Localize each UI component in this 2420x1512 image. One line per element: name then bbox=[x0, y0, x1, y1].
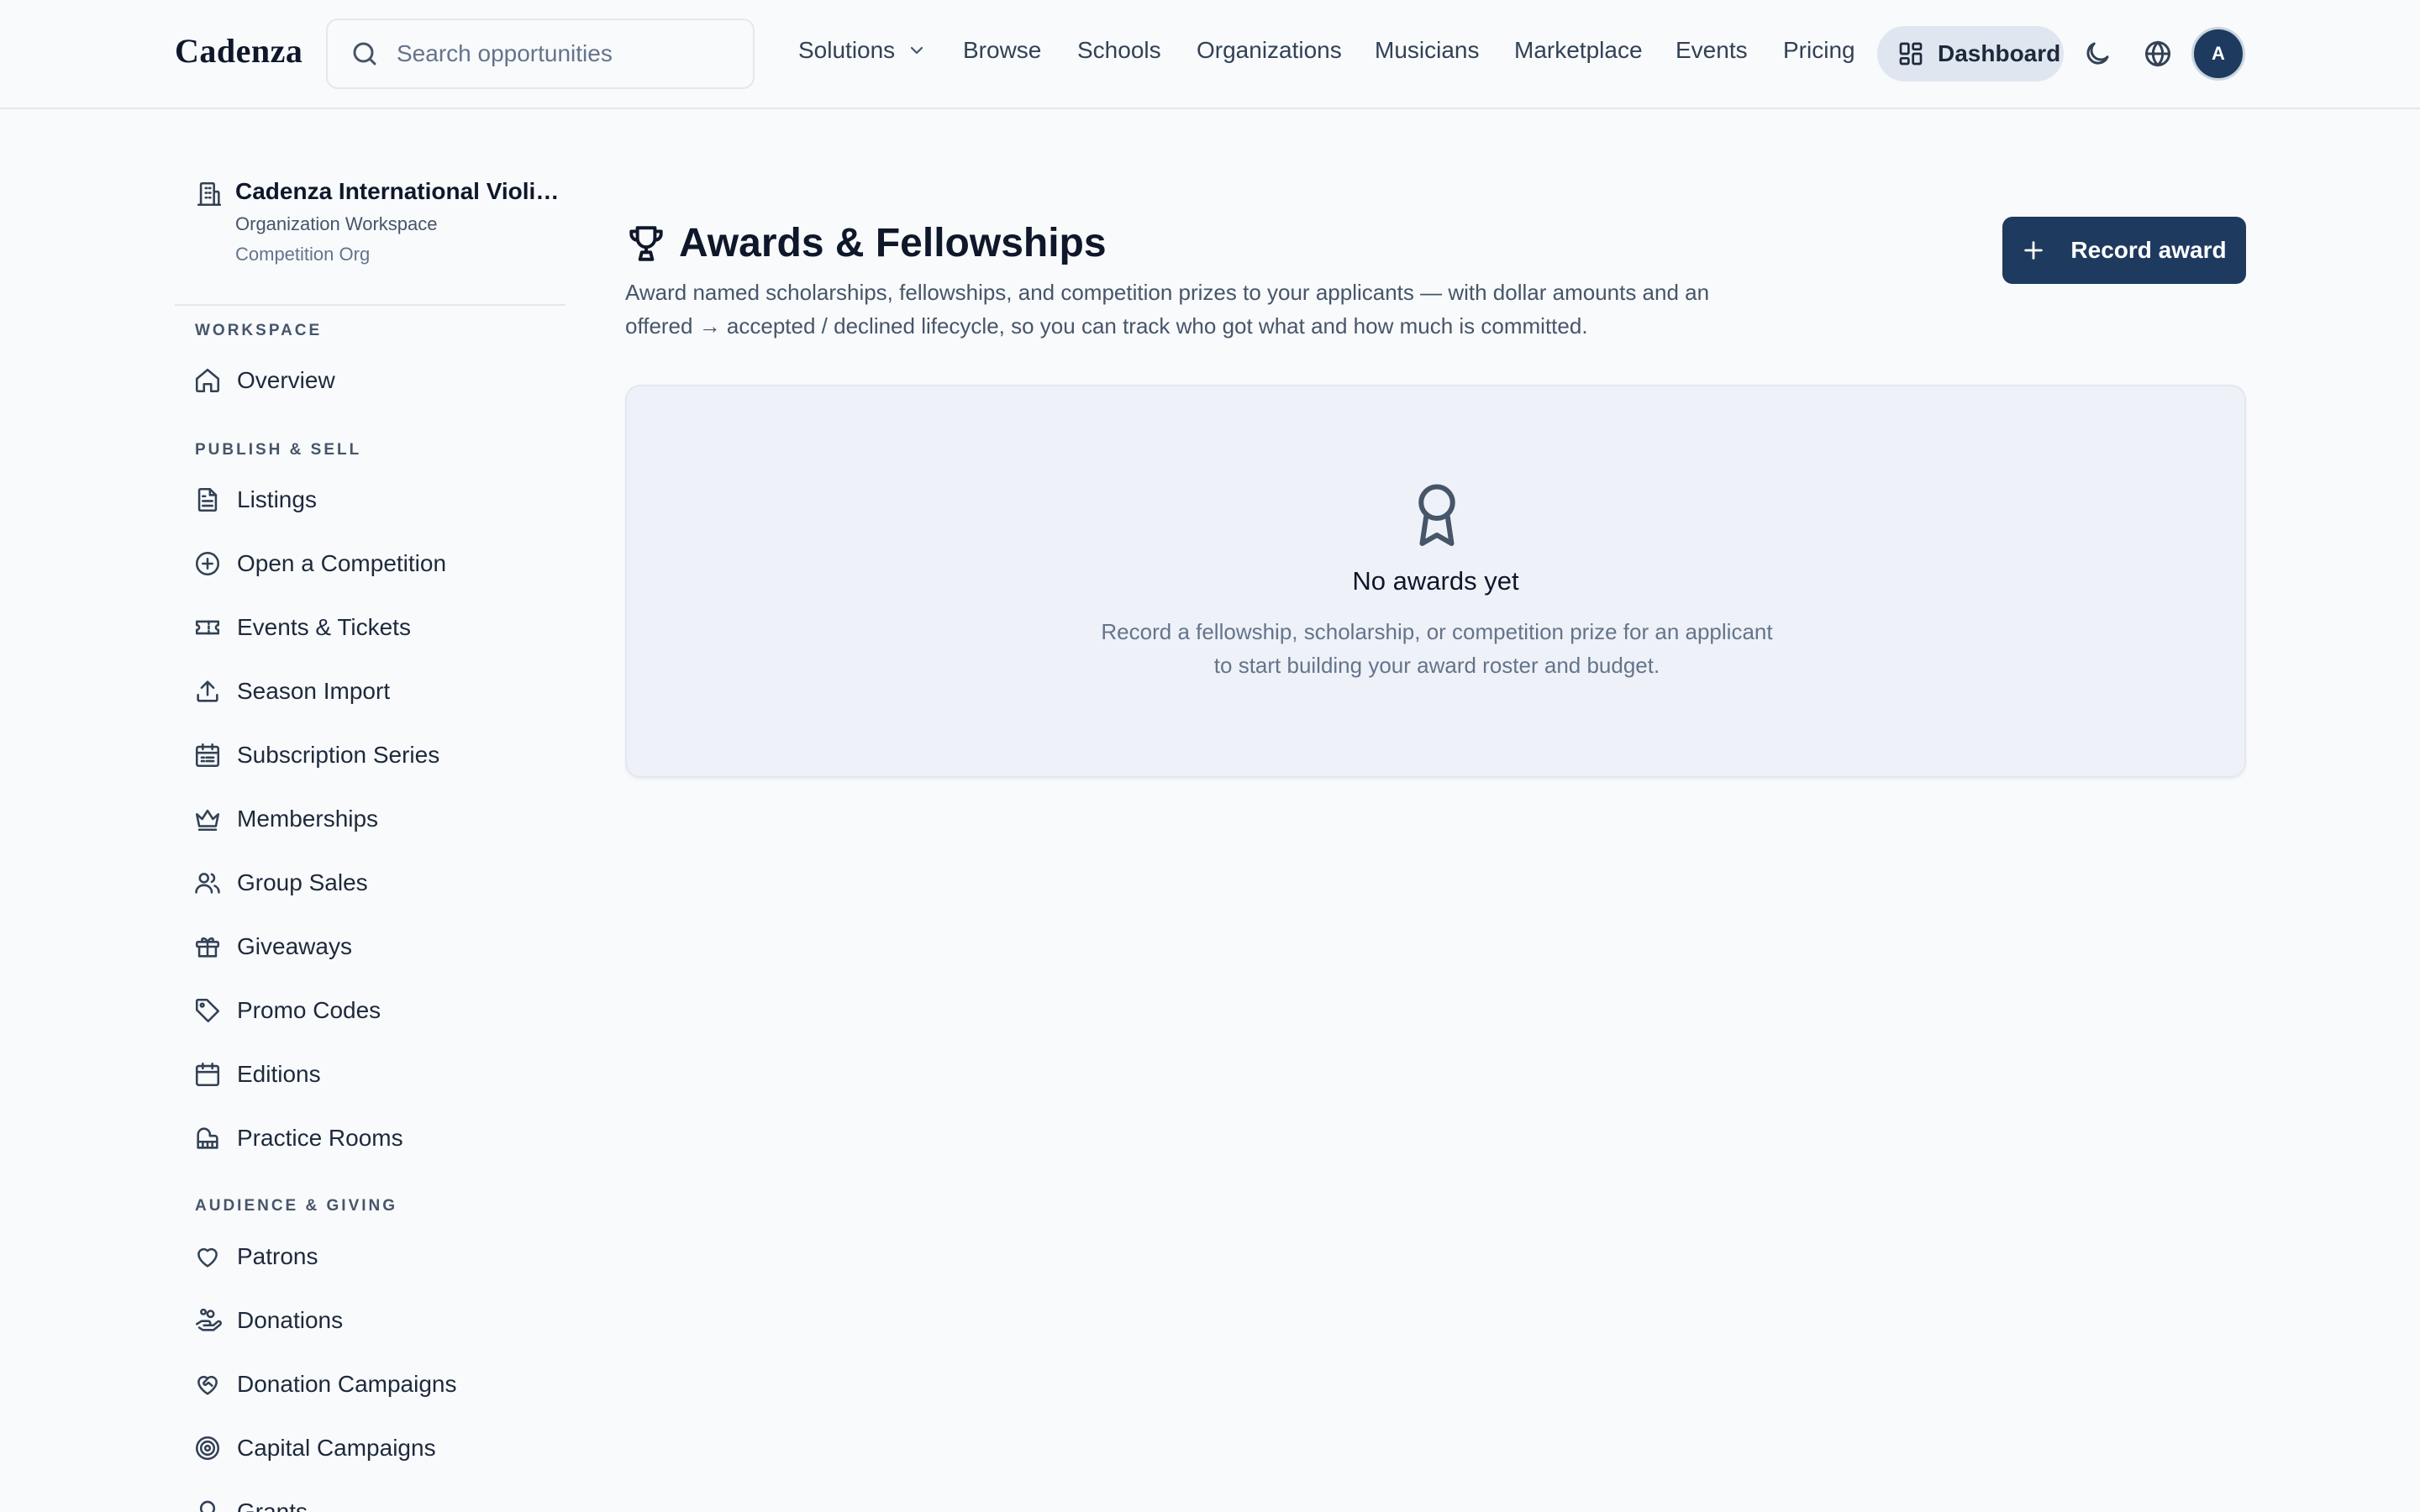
sidebar-item-donation-campaigns[interactable]: Donation Campaigns bbox=[193, 1364, 457, 1404]
sidebar-item-practice-rooms[interactable]: Practice Rooms bbox=[193, 1118, 403, 1158]
empty-state-title: No awards yet bbox=[1352, 566, 1519, 596]
nav-organizations[interactable]: Organizations bbox=[1197, 37, 1342, 64]
sidebar-item-label: Subscription Series bbox=[237, 742, 440, 768]
document-icon bbox=[197, 487, 218, 512]
heart-icon bbox=[197, 1247, 218, 1268]
calendar-list-icon bbox=[195, 743, 220, 768]
sidebar-item-label: Group Sales bbox=[237, 869, 368, 895]
ticket-icon bbox=[195, 620, 220, 635]
nav-schools[interactable]: Schools bbox=[1077, 37, 1161, 64]
sidebar-item-subscription-series[interactable]: Subscription Series bbox=[193, 735, 439, 775]
sidebar-item-editions[interactable]: Editions bbox=[193, 1054, 321, 1095]
sidebar-item-label: Listings bbox=[237, 486, 317, 512]
search-icon bbox=[350, 39, 380, 69]
crown-icon bbox=[195, 809, 220, 832]
sidebar-item-donations[interactable]: Donations bbox=[193, 1300, 343, 1341]
nav-browse[interactable]: Browse bbox=[963, 37, 1041, 64]
org-name: Cadenza International Violin Competition bbox=[235, 178, 571, 204]
hand-coins-icon bbox=[195, 1308, 222, 1331]
empty-state-card: No awards yet Record a fellowship, schol… bbox=[625, 385, 2246, 778]
sidebar-item-open-competition[interactable]: Open a Competition bbox=[193, 543, 446, 584]
sidebar-item-label: Editions bbox=[237, 1061, 321, 1087]
sidebar-item-label: Overview bbox=[237, 367, 335, 393]
nav-marketplace[interactable]: Marketplace bbox=[1514, 37, 1643, 64]
page-header: Awards & Fellowships bbox=[625, 220, 1107, 266]
page-description: Award named scholarships, fellowships, a… bbox=[625, 280, 1710, 339]
tag-icon bbox=[195, 998, 220, 1023]
sidebar-item-label: Patrons bbox=[237, 1243, 318, 1269]
sidebar-item-label: Grants bbox=[237, 1499, 308, 1512]
user-avatar[interactable]: A bbox=[2191, 27, 2245, 81]
calendar-icon bbox=[195, 1062, 220, 1087]
nav-pricing[interactable]: Pricing bbox=[1783, 37, 1855, 64]
sidebar-item-label: Capital Campaigns bbox=[237, 1435, 436, 1461]
record-award-button[interactable]: Record award bbox=[2002, 217, 2246, 284]
target-icon bbox=[195, 1436, 220, 1461]
sidebar-item-promo-codes[interactable]: Promo Codes bbox=[193, 990, 381, 1031]
sidebar-item-events-tickets[interactable]: Events & Tickets bbox=[193, 607, 411, 648]
sidebar-item-label: Memberships bbox=[237, 806, 379, 832]
sidebar-item-memberships[interactable]: Memberships bbox=[193, 799, 378, 839]
sidebar-item-label: Season Import bbox=[237, 678, 391, 704]
sidebar-item-label: Open a Competition bbox=[237, 550, 447, 576]
grant-award-icon bbox=[199, 1500, 216, 1512]
nav-solutions-label: Solutions bbox=[798, 37, 896, 63]
sidebar-item-label: Promo Codes bbox=[237, 997, 381, 1023]
sidebar-item-label: Giveaways bbox=[237, 933, 352, 959]
sidebar-item-label: Donation Campaigns bbox=[237, 1371, 457, 1397]
chevron-down-icon bbox=[911, 46, 923, 55]
piano-icon bbox=[197, 1127, 218, 1149]
building-icon bbox=[195, 180, 224, 208]
gift-icon bbox=[195, 937, 220, 958]
sidebar-item-label: Practice Rooms bbox=[237, 1125, 403, 1151]
globe-icon[interactable] bbox=[2143, 39, 2173, 69]
heart-handshake-icon bbox=[197, 1375, 218, 1395]
award-ribbon-icon bbox=[1418, 484, 1455, 546]
nav-events[interactable]: Events bbox=[1676, 37, 1748, 64]
section-title-audience-giving: Audience & Giving bbox=[195, 1197, 398, 1215]
moon-icon[interactable] bbox=[2082, 39, 2112, 69]
org-role: Competition Org bbox=[235, 244, 371, 265]
org-workspace-type: Organization Workspace bbox=[235, 213, 438, 234]
trophy-icon bbox=[629, 225, 663, 261]
sidebar-item-patrons[interactable]: Patrons bbox=[193, 1236, 318, 1277]
upload-icon bbox=[197, 680, 218, 702]
nav-solutions[interactable]: Solutions bbox=[798, 37, 927, 64]
top-navbar: Cadenza Search opportunities Solutions B… bbox=[0, 0, 2420, 109]
users-icon bbox=[195, 873, 220, 894]
dashboard-button[interactable]: Dashboard bbox=[1877, 26, 2064, 81]
sidebar-item-group-sales[interactable]: Group Sales bbox=[193, 863, 368, 903]
section-title-workspace: Workspace bbox=[195, 322, 323, 339]
empty-state-text: Record a fellowship, scholarship, or com… bbox=[1101, 619, 1773, 678]
dashboard-grid-icon bbox=[1899, 42, 1923, 66]
sidebar-item-grants[interactable]: Grants bbox=[193, 1492, 308, 1512]
nav-musicians[interactable]: Musicians bbox=[1375, 37, 1479, 64]
section-title-publish-sell: Publish & Sell bbox=[195, 441, 362, 459]
sidebar-item-overview[interactable]: Overview bbox=[193, 360, 335, 401]
search-placeholder: Search opportunities bbox=[397, 40, 613, 66]
sidebar-item-giveaways[interactable]: Giveaways bbox=[193, 927, 352, 967]
home-icon bbox=[195, 368, 220, 393]
plus-circle-icon bbox=[195, 551, 220, 576]
sidebar-item-capital-campaigns[interactable]: Capital Campaigns bbox=[193, 1428, 436, 1468]
plus-icon bbox=[2024, 241, 2044, 260]
cadenza-logo[interactable]: Cadenza bbox=[175, 31, 302, 71]
sidebar-item-label: Donations bbox=[237, 1307, 344, 1333]
sidebar-item-listings[interactable]: Listings bbox=[193, 480, 317, 520]
sidebar-item-label: Events & Tickets bbox=[237, 614, 411, 640]
record-award-label: Record award bbox=[2070, 237, 2227, 263]
sidebar-divider bbox=[175, 304, 566, 306]
sidebar-item-season-import[interactable]: Season Import bbox=[193, 671, 390, 711]
dashboard-label: Dashboard bbox=[1938, 40, 2061, 66]
search-input[interactable]: Search opportunities bbox=[326, 18, 755, 89]
page-title: Awards & Fellowships bbox=[679, 221, 1107, 265]
